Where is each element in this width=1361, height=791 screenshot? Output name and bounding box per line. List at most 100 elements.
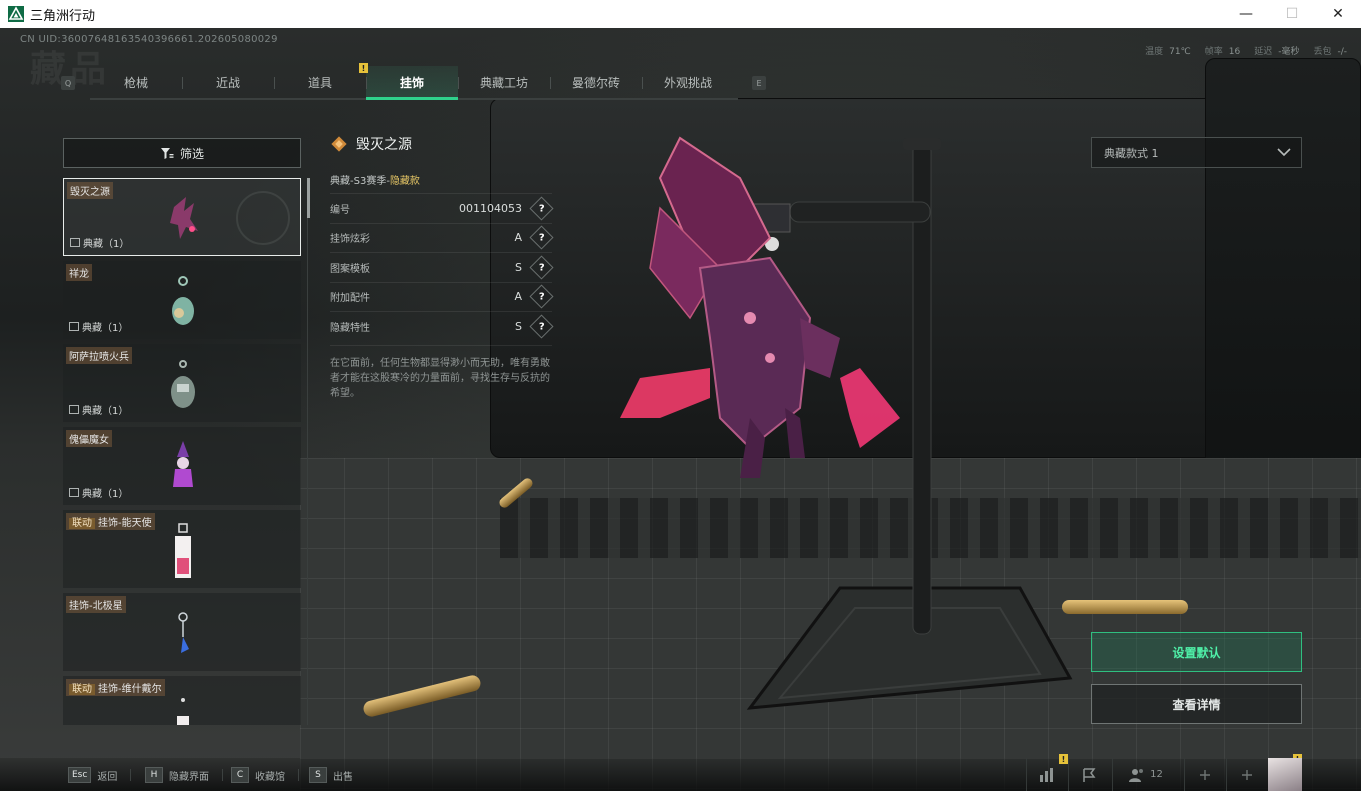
image-icon — [69, 488, 79, 497]
attribute-table: 编号 001104053 ? 挂饰炫彩 A ? 图案模板 S ? 附加配件 A … — [330, 193, 554, 341]
exusiai-pendant-thumb — [175, 523, 191, 578]
collection-emblem — [236, 191, 290, 245]
attr-value: 001104053 — [459, 201, 522, 215]
avatar[interactable] — [1268, 758, 1302, 791]
dragon-figure — [620, 136, 900, 478]
new-badge: ! — [1059, 754, 1068, 764]
tab-appearance-challenge[interactable]: 外观挑战 — [642, 66, 734, 98]
friends-count: 12 — [1150, 769, 1163, 780]
minimize-button[interactable]: — — [1223, 0, 1269, 28]
key-c: C — [231, 767, 249, 783]
pendant-3d-preview[interactable] — [600, 118, 1080, 718]
attr-label: 隐藏特性 — [330, 322, 370, 334]
tab-pendants[interactable]: 挂饰 — [366, 66, 458, 100]
list-item[interactable]: 傀儡魔女 典藏（1） — [63, 427, 301, 505]
help-icon[interactable]: ? — [529, 284, 554, 309]
set-default-button[interactable]: 设置默认 — [1091, 632, 1302, 672]
item-kind: 典藏（1） — [69, 319, 128, 334]
attribute-row: 挂饰炫彩 A ? — [330, 222, 554, 253]
list-item[interactable]: 联动 挂饰-维什戴尔 — [63, 676, 301, 725]
plus-icon — [1199, 769, 1210, 780]
hint-sell[interactable]: S 出售 — [309, 766, 353, 784]
stand-base — [746, 586, 1073, 710]
detail-description: 在它面前，任何生物都显得渺小而无助，唯有勇敢者才能在这股寒冷的力量面前，寻找生存… — [330, 344, 552, 401]
friends-icon — [1129, 768, 1144, 782]
collab-tag: 联动 — [69, 684, 95, 695]
item-name: 联动 挂饰-能天使 — [66, 513, 155, 530]
help-icon[interactable]: ? — [529, 255, 554, 280]
perf-stats: 温度 71℃ 帧率 16 延迟 -毫秒 丢包 -/- — [1145, 44, 1347, 57]
hint-collection[interactable]: C 收藏馆 — [231, 766, 299, 784]
key-s: S — [309, 767, 327, 783]
list-item[interactable]: 毁灭之源 典藏（1） — [63, 178, 301, 256]
stat-loss: 丢包 -/- — [1313, 47, 1347, 57]
window-titlebar: 三角洲行动 — ☐ ✕ — [0, 0, 1361, 28]
attr-value: S — [515, 260, 522, 274]
view-details-button[interactable]: 查看详情 — [1091, 684, 1302, 724]
tab-guns[interactable]: 枪械 — [90, 66, 182, 98]
image-icon — [69, 322, 79, 331]
item-name: 傀儡魔女 — [66, 430, 112, 447]
collab-tag: 联动 — [69, 518, 95, 529]
bullet-prop — [1062, 600, 1188, 614]
list-item[interactable]: 联动 挂饰-能天使 — [63, 510, 301, 588]
item-kind: 典藏（1） — [70, 235, 129, 250]
close-button[interactable]: ✕ — [1315, 0, 1361, 28]
tab-items[interactable]: 道具 — [274, 66, 366, 98]
stat-temp: 温度 71℃ — [1145, 47, 1191, 57]
game-viewport: 藏品 CN UID:36007648163540396661.202605080… — [0, 28, 1361, 791]
filter-button[interactable]: 筛选 — [63, 138, 301, 168]
variant-selected: 典藏款式 1 — [1104, 146, 1159, 160]
maximize-button[interactable]: ☐ — [1269, 0, 1315, 28]
add-slot-button[interactable] — [1226, 758, 1266, 791]
flamethrower-pendant-thumb — [171, 360, 195, 408]
friends-button[interactable]: 12 — [1112, 758, 1178, 791]
pendant-list: 毁灭之源 典藏（1） 祥龙 典藏（1） 阿萨拉喷火兵 典藏（1） 傀儡魔女 典藏… — [63, 178, 301, 725]
attr-label: 编号 — [330, 204, 350, 216]
item-name: 祥龙 — [66, 264, 92, 281]
add-slot-button[interactable] — [1184, 758, 1224, 791]
tab-workshop[interactable]: 典藏工坊 — [458, 66, 550, 98]
help-icon[interactable]: ? — [529, 225, 554, 250]
new-badge: ! — [359, 63, 368, 73]
attr-value: A — [514, 231, 522, 245]
detail-panel: 毁灭之源 典藏-S3赛季-隐藏款 编号 001104053 ? 挂饰炫彩 A ?… — [330, 132, 554, 401]
category-tabs: 枪械 近战 道具 挂饰 典藏工坊 曼德尔砖 外观挑战 — [90, 66, 738, 100]
attribute-row: 图案模板 S ? — [330, 252, 554, 282]
filter-label: 筛选 — [179, 146, 204, 161]
list-item[interactable]: 祥龙 典藏（1） — [63, 261, 301, 339]
app-logo-icon — [8, 6, 24, 22]
flag-button[interactable] — [1068, 758, 1108, 791]
help-icon[interactable]: ? — [529, 196, 554, 221]
list-item[interactable]: 挂饰-北极星 — [63, 593, 301, 671]
key-esc: Esc — [68, 767, 92, 783]
image-icon — [69, 405, 79, 414]
hint-back[interactable]: Esc 返回 — [68, 766, 132, 784]
window-title: 三角洲行动 — [30, 8, 96, 24]
attr-label: 图案模板 — [330, 263, 370, 275]
item-name: 联动 挂饰-维什戴尔 — [66, 679, 165, 696]
attr-label: 附加配件 — [330, 293, 370, 305]
plus-icon — [1241, 769, 1252, 780]
attribute-row: 隐藏特性 S ? — [330, 311, 554, 341]
list-item[interactable]: 阿萨拉喷火兵 典藏（1） — [63, 344, 301, 422]
bar-chart-icon — [1039, 767, 1053, 782]
hint-hide-ui[interactable]: H 隐藏界面 — [145, 766, 223, 784]
help-icon[interactable]: ? — [529, 314, 554, 339]
item-kind: 典藏（1） — [69, 402, 128, 417]
rarity-diamond-icon — [331, 136, 347, 152]
tab-next-key[interactable]: E — [752, 76, 766, 90]
filter-icon — [160, 147, 174, 159]
variant-dropdown[interactable]: 典藏款式 1 — [1091, 137, 1302, 168]
polaris-pendant-thumb — [178, 612, 189, 653]
tab-prev-key[interactable]: Q — [61, 76, 75, 90]
player-uid: CN UID:36007648163540396661.202605080029 — [20, 34, 278, 45]
item-name: 挂饰-北极星 — [66, 596, 126, 613]
attr-value: S — [515, 319, 522, 333]
list-scrollbar[interactable] — [307, 178, 310, 218]
bottom-bar: Esc返回 H隐藏界面 C收藏馆 S出售 ! 12 ! — [0, 754, 1361, 791]
tab-mandel-brick[interactable]: 曼德尔砖 — [550, 66, 642, 98]
detail-subtitle: 典藏-S3赛季-隐藏款 — [330, 176, 420, 187]
tab-melee[interactable]: 近战 — [182, 66, 274, 98]
puppet-witch-pendant-thumb — [173, 441, 193, 487]
